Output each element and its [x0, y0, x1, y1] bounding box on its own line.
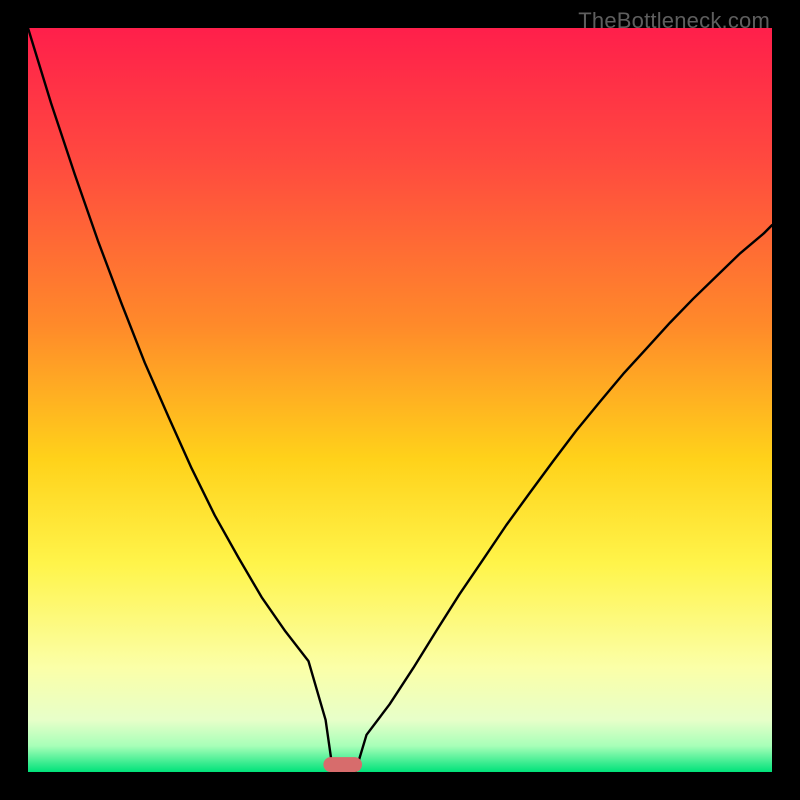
gradient-background [28, 28, 772, 772]
chart-plot-area [28, 28, 772, 772]
watermark-text: TheBottleneck.com [578, 8, 770, 34]
optimal-marker [323, 757, 362, 772]
chart-frame: TheBottleneck.com [0, 0, 800, 800]
chart-svg [28, 28, 772, 772]
